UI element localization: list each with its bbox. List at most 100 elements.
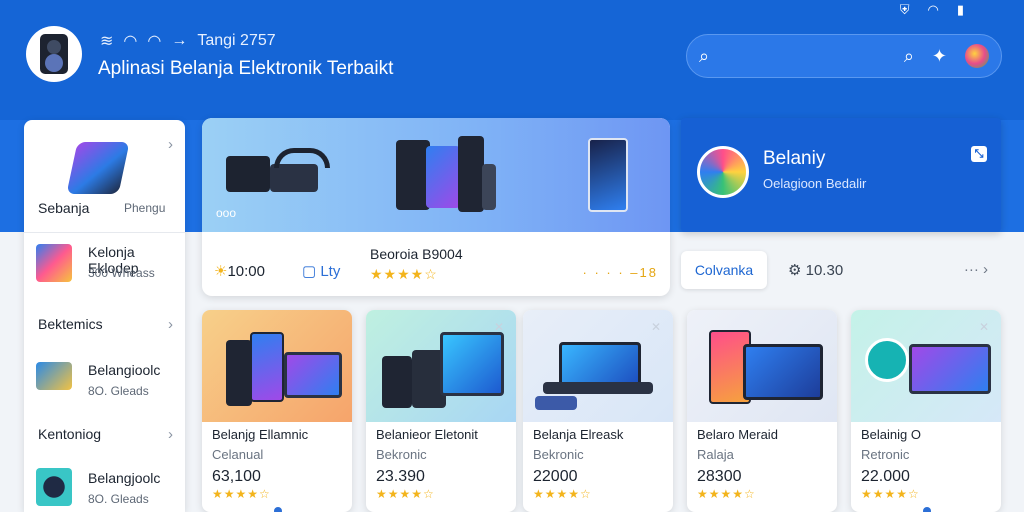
avatar[interactable] [965,44,989,68]
speaker-icon [40,34,68,74]
bag-icon: ▢ [302,263,321,280]
camera-body-icon [270,164,318,192]
product-rating: ★★★★☆ [376,487,435,501]
laptop-icon [440,332,504,396]
speaker-icon [226,340,252,406]
product-category: Bekronic [376,447,427,462]
product-name: Belanieor Eletonit [376,427,478,442]
product-price: 22.000 [861,468,910,485]
earbuds-thumbnail [36,468,72,506]
tablet-icon [66,142,130,194]
close-icon[interactable]: ✕ [494,320,504,334]
product-name: Belanjg Ellamnic [212,427,309,442]
speaker-tall-icon [458,136,484,212]
divider [24,232,185,233]
sidebar-item[interactable]: Kelonja Eklodep 300 Wheass [24,238,185,298]
product-card[interactable]: Belanjg Ellamnic Celanual 63,100 ★★★★☆ [202,310,352,512]
sidebar-item[interactable]: Belangjoolc 8O. Gleads [24,466,185,512]
sidebar-feature[interactable]: › Sebanja Phengu [24,120,185,230]
chevron-right-icon: › [168,426,173,443]
sidebar-item-label: Kentoniog [38,426,102,442]
product-price: 63,100 [212,468,261,485]
arrow-icon: → [171,32,188,49]
sidebar-item-sub: 8O. Gleads [88,492,149,506]
hero-price-value: 10:00 [227,263,265,280]
product-card[interactable]: ✕ Belanja Elreask Bekronic 22000 ★★★★☆ [523,310,673,512]
monitor-icon [559,342,641,386]
phone-thumbnail [36,244,72,282]
hero-rating-stars: ★★★★☆ [370,266,438,282]
product-image [202,310,352,422]
rank-value: 10.30 [805,262,844,279]
product-image: ✕ [851,310,1001,422]
product-name: Belanja Elreask [533,427,624,442]
carousel-dot[interactable] [923,507,931,512]
wifi-small-icon: ◠ [147,33,162,50]
laptop-icon [284,352,342,398]
hero-rating-count: 18 [639,265,658,280]
search-icon[interactable]: ⌕ [699,47,709,65]
search-bar[interactable]: ⌕ ⌕ ✦ [686,34,1002,78]
keypad-icon [535,396,577,410]
share-icon[interactable]: ✦ [932,47,947,65]
phone-icon [426,146,460,208]
speaker-icon [396,140,430,210]
close-icon[interactable]: ✕ [979,320,989,334]
gear-icon: ⚙ [788,262,806,279]
expand-icon[interactable]: ⤡ [971,146,987,162]
sidebar-feature-label: Sebanja [38,200,90,216]
sidebar-item-label: Belangioolc [88,362,161,378]
product-category: Celanual [212,447,264,462]
sidebar-item-sub: 8O. Gleads [88,384,149,398]
phone-icon [250,332,284,402]
status-text: Tangi 2757 [197,32,276,49]
product-image: ✕ [366,310,516,422]
promo-title: Belaniy [763,148,826,169]
signal-icon: ≋ [100,33,114,50]
product-price: 28300 [697,468,742,485]
hero-buy-label: Lty [320,263,341,280]
promo-card[interactable]: Belaniy Oelagioon Bedalir ⤡ [681,118,1001,232]
more-button[interactable]: ··· › [964,261,988,278]
product-name: Belainig O [861,427,921,442]
hero-buy-button[interactable]: ▢ Lty [302,262,340,280]
app-logo[interactable] [26,26,82,82]
smartphone-icon [588,138,628,212]
sidebar-item[interactable]: Belangioolc 8O. Gleads [24,358,185,418]
wifi-icon: ◠ [927,2,939,17]
product-price: 23.390 [376,468,425,485]
search-submit-icon[interactable]: ⌕ [904,47,914,65]
sidebar-item-label: Bektemics [38,316,103,332]
product-category: Bekronic [533,447,584,462]
laptop-icon [909,344,991,394]
hero-image: ooo [202,118,670,232]
laptop-icon [743,344,823,400]
promo-badge-icon [697,146,749,198]
sidebar-item-label: Belangjoolc [88,470,161,486]
collection-chip[interactable]: Colvanka [681,251,767,289]
category-sidebar: › Sebanja Phengu Kelonja Eklodep 300 Whe… [24,120,185,512]
product-card[interactable]: Belaro Meraid Ralaja 28300 ★★★★☆ [687,310,837,512]
brand-icon [865,338,909,382]
carousel-dot[interactable] [274,507,282,512]
product-image: ✕ [523,310,673,422]
sidebar-feature-sub: Phengu [124,201,166,215]
keyboard-icon [543,382,653,394]
product-category: Retronic [861,447,910,462]
product-price: 22000 [533,468,578,485]
close-icon[interactable]: ✕ [651,320,661,334]
product-card[interactable]: ✕ Belanieor Eletonit Bekronic 23.390 ★★★… [366,310,516,512]
product-image [687,310,837,422]
speaker-icon [382,356,412,408]
sun-icon: ☀ [214,263,228,280]
product-rating: ★★★★☆ [697,487,756,501]
page-title: Aplinasi Belanja Elektronik Terbaikt [98,58,394,79]
shield-icon: ⛨ [899,2,910,17]
product-card[interactable]: ✕ Belainig O Retronic 22.000 ★★★★☆ [851,310,1001,512]
chevron-right-icon: › [168,136,173,153]
status-line: ≋ ◠ ◠ → Tangi 2757 [100,31,276,51]
sidebar-item-sub: 300 Wheass [88,266,155,280]
remote-icon [482,164,496,210]
device-thumbnail [36,362,72,390]
hero-banner[interactable]: ooo ☀10:00 ▢ Lty Beoroia B9004 ★★★★☆ · ·… [202,118,670,296]
